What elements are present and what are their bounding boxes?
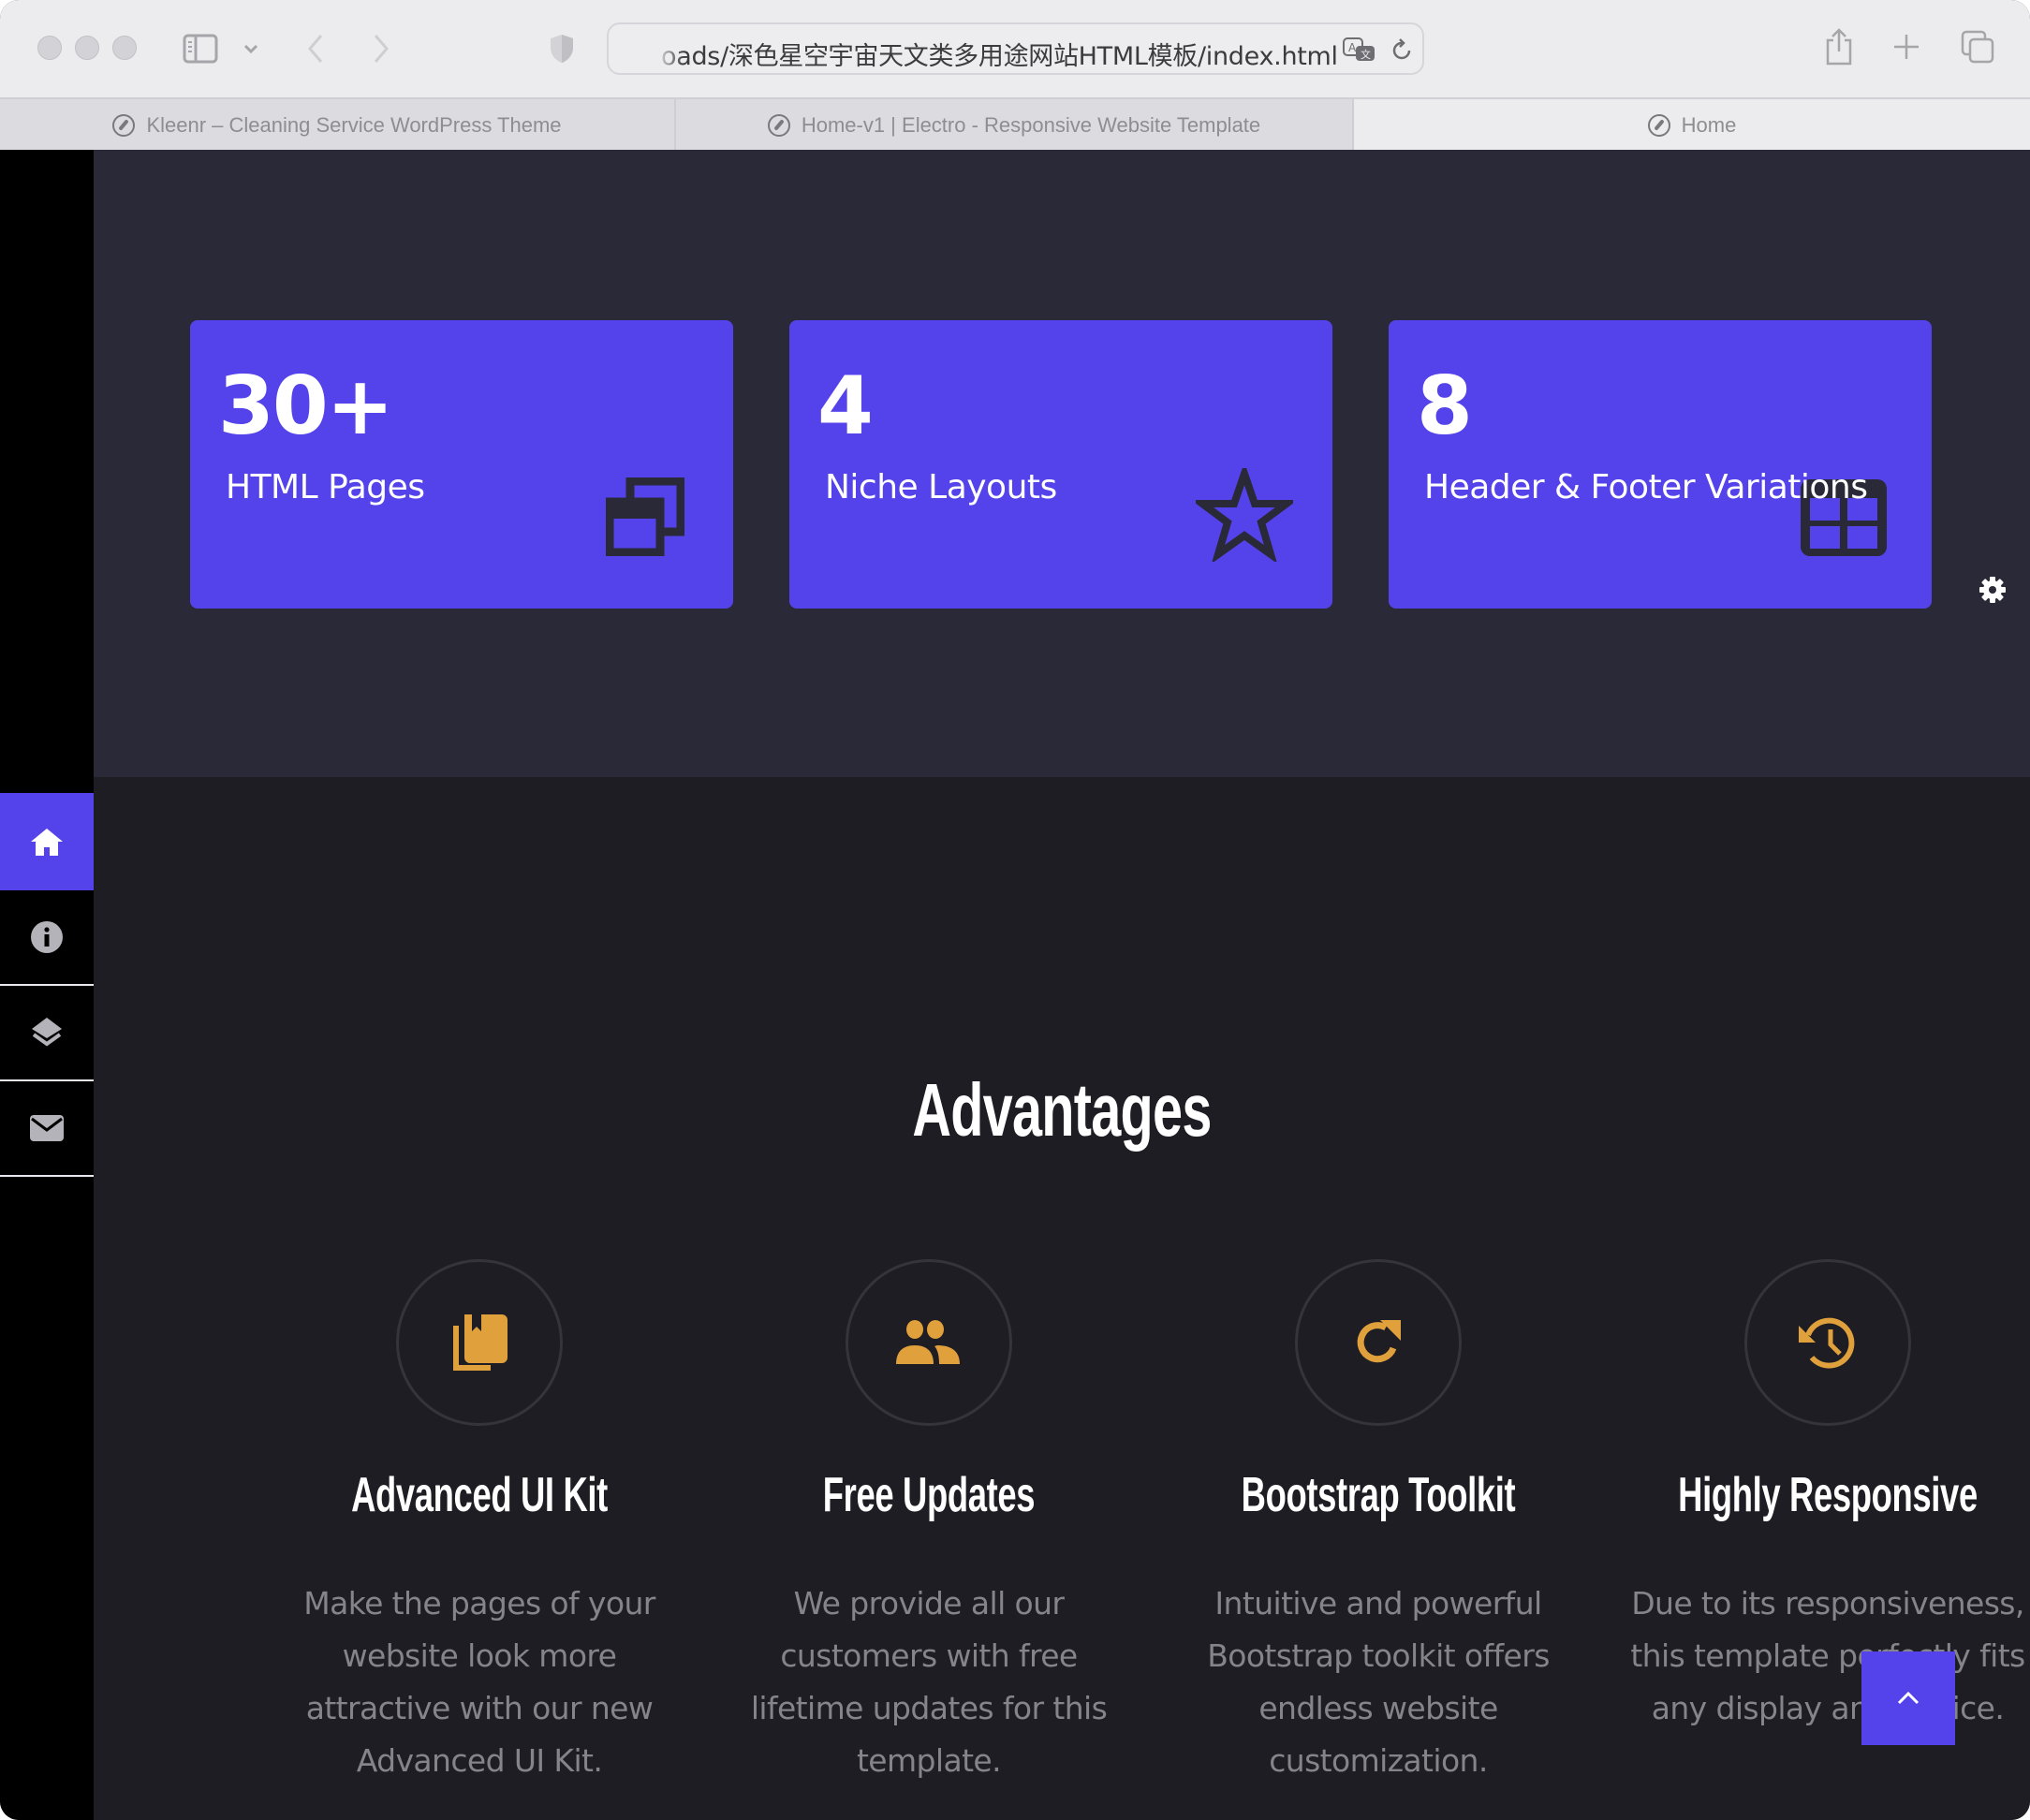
compass-icon (1647, 114, 1670, 137)
svg-text:文: 文 (1361, 48, 1371, 61)
shield-icon[interactable] (547, 32, 577, 66)
settings-toggle[interactable] (1955, 552, 2030, 627)
compass-icon (767, 114, 790, 137)
feature-description: Due to its responsiveness, this template… (1630, 1585, 2025, 1726)
feature-title: Free Updates (822, 1468, 1036, 1522)
home-icon (31, 829, 63, 856)
feature-description: Make the pages of your website look more… (303, 1585, 655, 1779)
address-bar[interactable]: oads/深色星空宇宙天文类多用途网站HTML模板/index.html A文 (607, 22, 1424, 75)
layers-icon (32, 1018, 62, 1047)
side-nav (0, 150, 94, 1820)
scroll-to-top-button[interactable] (1861, 1651, 1955, 1745)
chevron-down-icon[interactable] (240, 36, 262, 62)
feature-icon-circle (396, 1259, 563, 1426)
users-icon (896, 1320, 960, 1364)
tab-label: Home (1681, 113, 1737, 137)
copy-icon (605, 477, 685, 561)
chevron-up-icon (1897, 1691, 1920, 1705)
history-icon (1799, 1317, 1855, 1369)
tab-bar: Kleenr – Cleaning Service WordPress Them… (0, 97, 2030, 152)
stat-label: HTML Pages (226, 468, 425, 506)
nav-home[interactable] (0, 793, 94, 890)
stats-section: 30+ HTML Pages 4 Niche Layouts 8 Header … (94, 150, 2030, 777)
book-icon (453, 1314, 508, 1371)
minimize-window-button[interactable] (75, 36, 99, 60)
url-text: oads/深色星空宇宙天文类多用途网站HTML模板/index.html (661, 42, 1338, 71)
compass-icon (112, 114, 136, 137)
plus-icon[interactable] (1890, 30, 1923, 64)
page-viewport: 30+ HTML Pages 4 Niche Layouts 8 Header … (0, 150, 2030, 1820)
feature-title: Highly Responsive (1678, 1468, 1978, 1522)
feature-icon-circle (1744, 1259, 1911, 1426)
feature-title: Advanced UI Kit (351, 1468, 608, 1522)
nav-contact[interactable] (0, 1081, 94, 1175)
stat-card-header-footer: 8 Header & Footer Variations (1389, 320, 1932, 609)
stat-label: Niche Layouts (825, 468, 1057, 506)
section-title: Advantages (912, 1068, 1212, 1152)
stat-card-html-pages: 30+ HTML Pages (190, 320, 733, 609)
tab-kleenr[interactable]: Kleenr – Cleaning Service WordPress Them… (0, 99, 676, 152)
feature-icon-circle (846, 1259, 1012, 1426)
stat-label: Header & Footer Variations (1424, 468, 1868, 506)
reload-icon[interactable] (1388, 36, 1416, 66)
tabs-icon[interactable] (1959, 28, 1996, 66)
chevron-left-icon[interactable] (302, 30, 330, 67)
advantages-section: Advantages Advanced UI Kit Make the page… (94, 777, 2030, 1820)
maximize-window-button[interactable] (112, 36, 137, 60)
nav-services[interactable] (0, 986, 94, 1079)
close-window-button[interactable] (37, 36, 62, 60)
stat-number: 30+ (218, 360, 394, 453)
refresh-icon (1357, 1320, 1401, 1363)
tab-home[interactable]: Home (1354, 99, 2030, 152)
mail-icon (30, 1115, 64, 1141)
chevron-right-icon[interactable] (367, 30, 395, 67)
stat-number: 4 (817, 360, 874, 453)
tab-label: Kleenr – Cleaning Service WordPress Them… (146, 113, 562, 137)
nav-about[interactable] (0, 890, 94, 984)
share-icon[interactable] (1822, 26, 1856, 67)
stat-number: 8 (1417, 360, 1473, 453)
translate-icon[interactable]: A文 (1341, 36, 1378, 66)
gear-icon (1979, 577, 2006, 603)
star-icon (1190, 462, 1299, 566)
stat-card-niche-layouts: 4 Niche Layouts (789, 320, 1332, 609)
browser-toolbar: oads/深色星空宇宙天文类多用途网站HTML模板/index.html A文 (0, 0, 2030, 97)
feature-title: Bootstrap Toolkit (1241, 1468, 1516, 1522)
info-icon (31, 921, 63, 953)
sidebar-icon[interactable] (182, 30, 219, 67)
browser-window: oads/深色星空宇宙天文类多用途网站HTML模板/index.html A文 … (0, 0, 2030, 1820)
svg-text:A: A (1348, 41, 1357, 54)
feature-icon-circle (1295, 1259, 1462, 1426)
tab-electro[interactable]: Home-v1 | Electro - Responsive Website T… (676, 99, 1354, 152)
feature-description: We provide all our customers with free l… (750, 1585, 1108, 1779)
feature-description: Intuitive and powerful Bootstrap toolkit… (1207, 1585, 1550, 1779)
tab-label: Home-v1 | Electro - Responsive Website T… (801, 113, 1261, 137)
